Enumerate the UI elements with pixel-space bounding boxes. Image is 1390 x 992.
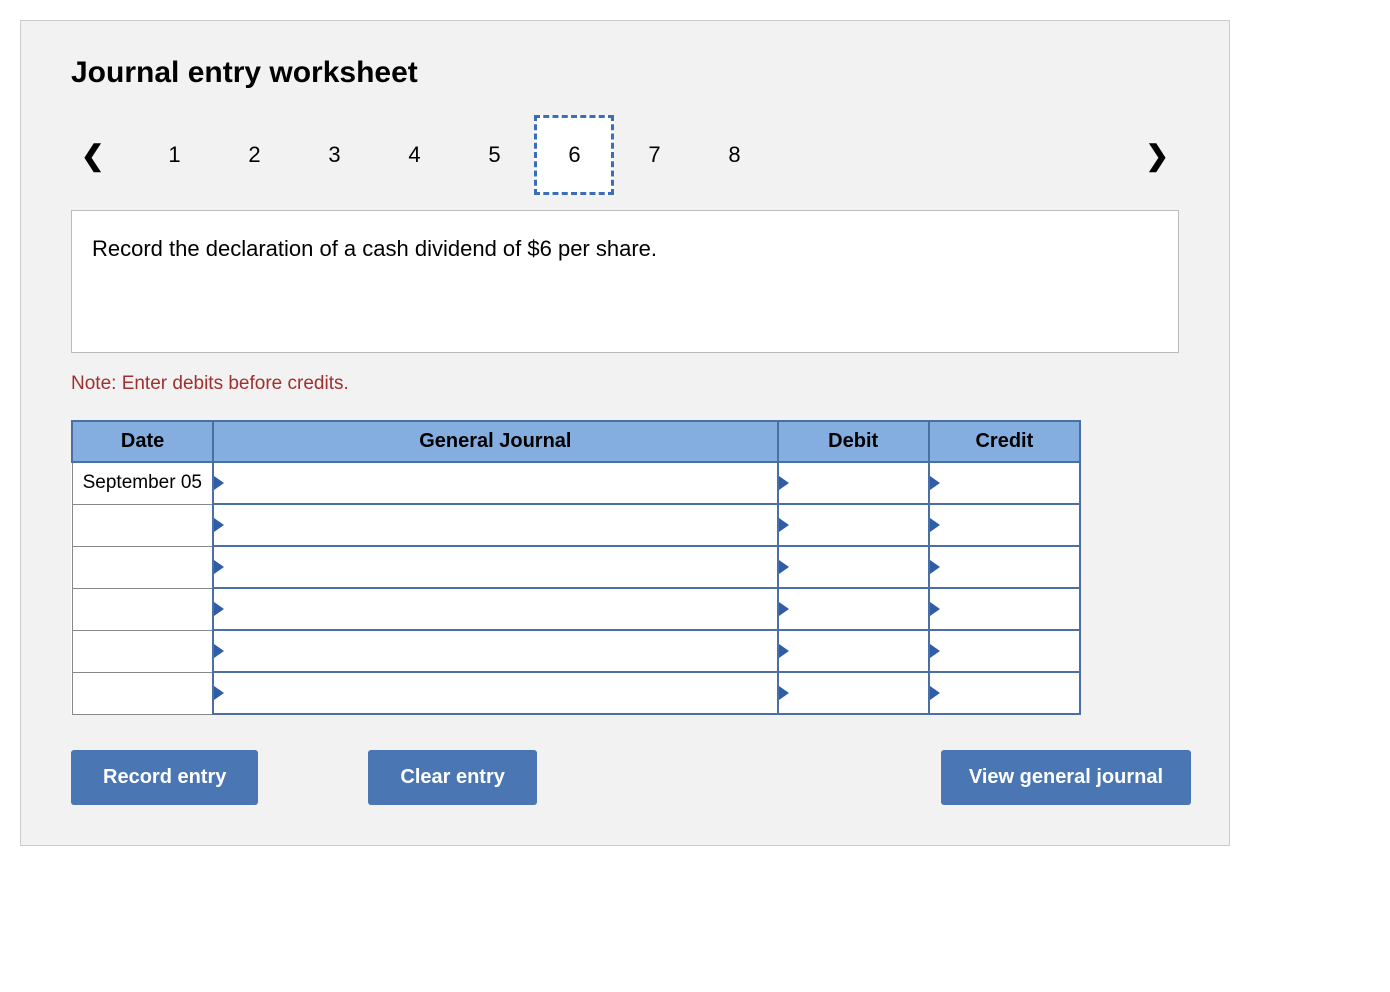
record-entry-button[interactable]: Record entry <box>71 750 258 805</box>
debit-cell[interactable] <box>778 588 929 630</box>
credit-cell[interactable] <box>929 672 1080 714</box>
general-journal-cell[interactable] <box>213 630 777 672</box>
dropdown-icon <box>930 560 940 574</box>
date-cell[interactable] <box>72 546 213 588</box>
step-tabs: 12345678 <box>134 115 774 195</box>
table-row <box>72 630 1080 672</box>
credit-cell[interactable] <box>929 546 1080 588</box>
debit-cell[interactable] <box>778 630 929 672</box>
step-tab-3[interactable]: 3 <box>294 115 374 195</box>
credit-cell[interactable] <box>929 588 1080 630</box>
step-tab-5[interactable]: 5 <box>454 115 534 195</box>
page-title: Journal entry worksheet <box>71 56 1179 90</box>
dropdown-icon <box>930 644 940 658</box>
dropdown-icon <box>779 560 789 574</box>
date-cell[interactable]: September 05 <box>72 462 213 504</box>
dropdown-icon <box>779 644 789 658</box>
dropdown-icon <box>214 602 224 616</box>
step-tab-4[interactable]: 4 <box>374 115 454 195</box>
header-general-journal: General Journal <box>213 421 777 462</box>
header-debit: Debit <box>778 421 929 462</box>
debit-cell[interactable] <box>778 504 929 546</box>
table-row <box>72 504 1080 546</box>
dropdown-icon <box>779 602 789 616</box>
table-row <box>72 672 1080 714</box>
step-tab-6[interactable]: 6 <box>534 115 614 195</box>
general-journal-cell[interactable] <box>213 546 777 588</box>
dropdown-icon <box>930 686 940 700</box>
credit-cell[interactable] <box>929 630 1080 672</box>
credit-cell[interactable] <box>929 504 1080 546</box>
step-tab-7[interactable]: 7 <box>614 115 694 195</box>
step-tab-8[interactable]: 8 <box>694 115 774 195</box>
debit-cell[interactable] <box>778 546 929 588</box>
dropdown-icon <box>214 518 224 532</box>
dropdown-icon <box>930 602 940 616</box>
dropdown-icon <box>779 686 789 700</box>
debit-cell[interactable] <box>778 462 929 504</box>
date-cell[interactable] <box>72 588 213 630</box>
dropdown-icon <box>214 644 224 658</box>
nav-next-icon[interactable]: ❯ <box>1136 139 1179 172</box>
general-journal-cell[interactable] <box>213 672 777 714</box>
dropdown-icon <box>779 518 789 532</box>
instruction-box: Record the declaration of a cash dividen… <box>71 210 1179 353</box>
general-journal-cell[interactable] <box>213 504 777 546</box>
step-tab-1[interactable]: 1 <box>134 115 214 195</box>
note-text: Note: Enter debits before credits. <box>71 373 1179 395</box>
date-cell[interactable] <box>72 672 213 714</box>
credit-cell[interactable] <box>929 462 1080 504</box>
general-journal-cell[interactable] <box>213 588 777 630</box>
clear-entry-button[interactable]: Clear entry <box>368 750 537 805</box>
table-row <box>72 546 1080 588</box>
dropdown-icon <box>930 518 940 532</box>
date-cell[interactable] <box>72 630 213 672</box>
debit-cell[interactable] <box>778 672 929 714</box>
action-buttons: Record entry Clear entry View general jo… <box>71 750 1191 805</box>
journal-table: Date General Journal Debit Credit Septem… <box>71 420 1081 715</box>
header-date: Date <box>72 421 213 462</box>
step-tab-2[interactable]: 2 <box>214 115 294 195</box>
header-credit: Credit <box>929 421 1080 462</box>
table-row: September 05 <box>72 462 1080 504</box>
dropdown-icon <box>930 476 940 490</box>
date-cell[interactable] <box>72 504 213 546</box>
dropdown-icon <box>214 686 224 700</box>
journal-tbody: September 05 <box>72 462 1080 714</box>
dropdown-icon <box>214 476 224 490</box>
journal-worksheet-panel: Journal entry worksheet ❮ 12345678 ❯ Rec… <box>20 20 1230 846</box>
step-nav: ❮ 12345678 ❯ <box>71 115 1179 195</box>
view-general-journal-button[interactable]: View general journal <box>941 750 1191 805</box>
dropdown-icon <box>779 476 789 490</box>
general-journal-cell[interactable] <box>213 462 777 504</box>
nav-prev-icon[interactable]: ❮ <box>71 139 114 172</box>
table-row <box>72 588 1080 630</box>
dropdown-icon <box>214 560 224 574</box>
